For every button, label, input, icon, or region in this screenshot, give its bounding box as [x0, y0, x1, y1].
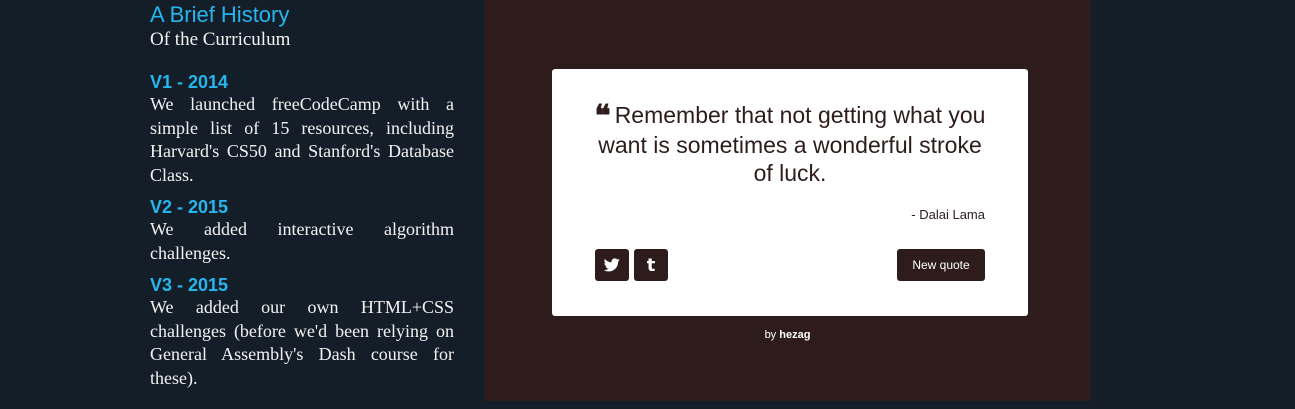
new-quote-button[interactable]: New quote [897, 249, 985, 281]
quote-text: Remember that not getting what you want … [598, 102, 986, 186]
section-heading-v1: V1 - 2014 [150, 72, 229, 92]
credit-line: by hezag [484, 329, 1091, 341]
credit-prefix: by [764, 329, 777, 341]
quote-machine-panel: ❝ Remember that not getting what you want… [484, 0, 1091, 401]
history-column: A Brief History Of the Curriculum V1 - 2… [150, 0, 454, 399]
section-text-v2: We added interactive algorithm challenge… [150, 219, 454, 263]
tumblr-button[interactable]: t [634, 249, 668, 281]
section-text-v1: We launched freeCodeCamp with a simple l… [150, 94, 454, 185]
twitter-icon [604, 258, 620, 272]
section-heading-v2: V2 - 2015 [150, 197, 229, 217]
credit-author-link[interactable]: hezag [779, 329, 810, 341]
quote-author: - Dalai Lama [911, 207, 985, 222]
section-heading-v3: V3 - 2015 [150, 275, 229, 295]
section-text-v3: We added our own HTML+CSS challenges (be… [150, 297, 454, 388]
quote-card: ❝ Remember that not getting what you want… [552, 69, 1028, 316]
tumblr-icon: t [646, 254, 656, 276]
quote-left-icon: ❝ [594, 99, 611, 134]
history-title: A Brief History [150, 2, 290, 27]
quote-block: ❝ Remember that not getting what you want… [592, 101, 988, 187]
history-subtitle: Of the Curriculum [150, 29, 291, 50]
tweet-button[interactable] [595, 249, 629, 281]
